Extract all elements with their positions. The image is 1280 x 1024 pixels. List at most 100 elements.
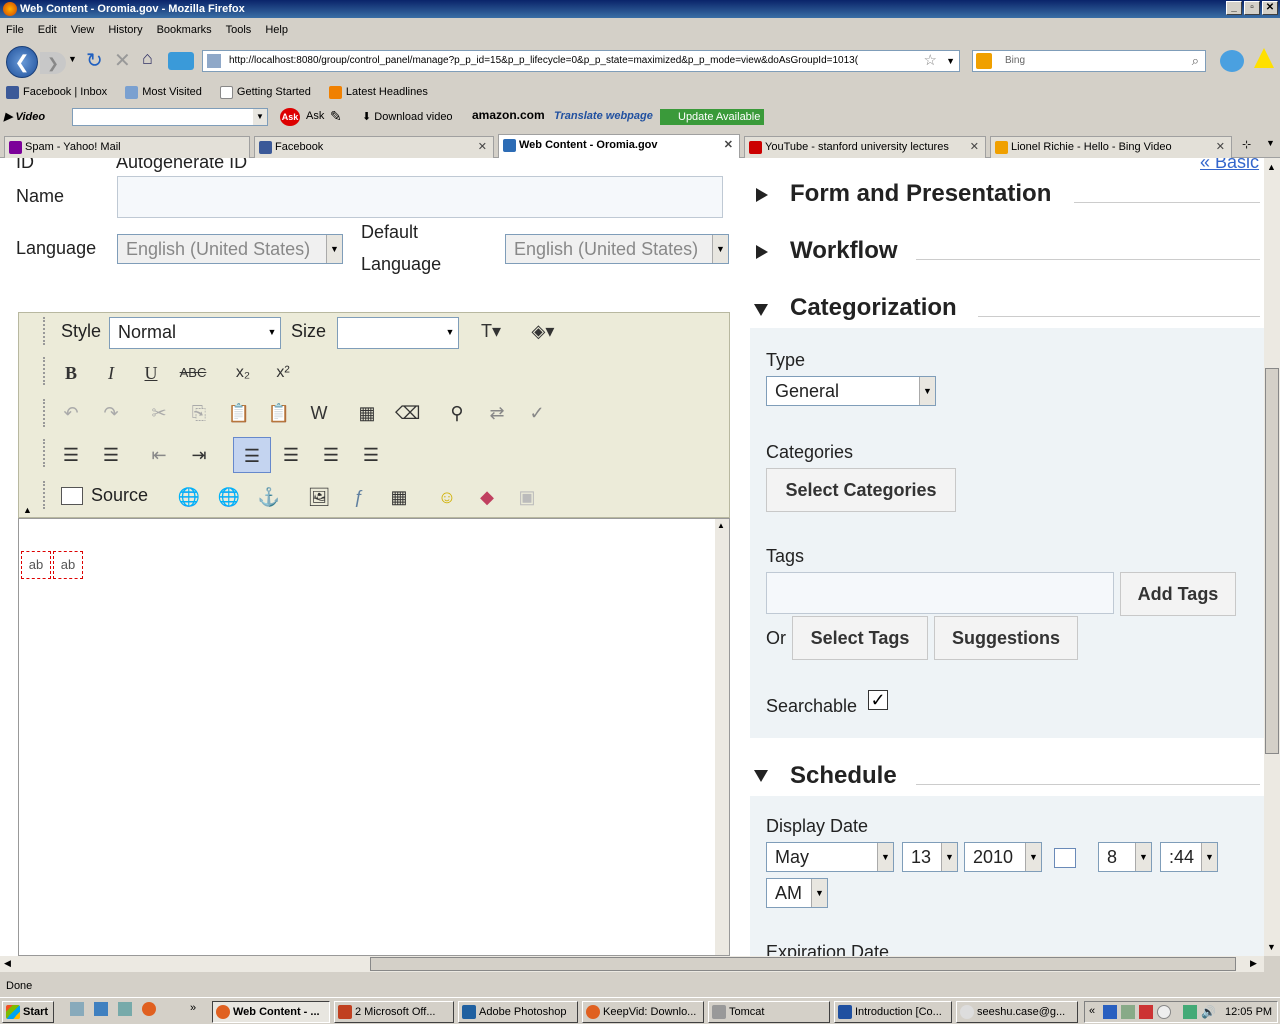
searchable-checkbox[interactable]: ✓ <box>868 690 888 710</box>
collapse-arrow-icon[interactable] <box>754 770 768 782</box>
bookmark-latest-headlines[interactable]: Latest Headlines <box>328 82 428 102</box>
align-justify-icon[interactable]: ☰ <box>359 443 383 467</box>
tab-close-icon[interactable]: ✕ <box>1216 137 1225 157</box>
task-keepvid[interactable]: KeepVid: Downlo... <box>582 1001 704 1023</box>
download-video-button[interactable]: ⬇ Download video <box>362 110 453 123</box>
warning-icon[interactable] <box>1254 48 1274 68</box>
image-icon[interactable]: 🖼 <box>307 485 331 509</box>
editor-scrollbar[interactable]: ▲ <box>715 519 729 955</box>
tray-network-icon[interactable] <box>1121 1005 1135 1019</box>
collapse-arrow-icon[interactable] <box>754 304 768 316</box>
scroll-up-icon[interactable]: ▲ <box>1267 162 1276 172</box>
bing-icon[interactable] <box>976 53 992 69</box>
form-field-placeholder[interactable]: ab <box>53 551 83 579</box>
source-icon[interactable] <box>61 487 83 505</box>
back-button[interactable]: ❮ <box>6 46 38 78</box>
menu-help[interactable]: Help <box>265 20 288 40</box>
expand-arrow-icon[interactable] <box>756 188 768 202</box>
tab-yahoo-mail[interactable]: Spam - Yahoo! Mail <box>4 136 250 158</box>
page-vertical-scrollbar[interactable]: ▲ ▼ <box>1264 158 1280 956</box>
maximize-button[interactable]: ▫ <box>1244 1 1260 15</box>
menu-view[interactable]: View <box>71 20 95 40</box>
align-left-icon[interactable]: ☰ <box>233 437 271 473</box>
type-select[interactable]: General ▼ <box>766 376 936 406</box>
redo-icon[interactable]: ↷ <box>99 401 123 425</box>
tray-chat-icon[interactable] <box>1157 1005 1171 1019</box>
suggestions-button[interactable]: Suggestions <box>934 616 1078 660</box>
collapse-toolbar-icon[interactable]: ▲ <box>23 505 32 515</box>
menu-tools[interactable]: Tools <box>226 20 252 40</box>
search-icon[interactable]: ⌕ <box>1192 51 1199 71</box>
menu-file[interactable]: File <box>6 20 24 40</box>
task-photoshop[interactable]: Adobe Photoshop <box>458 1001 578 1023</box>
paste-icon[interactable]: 📋 <box>227 401 251 425</box>
paste-word-icon[interactable]: W <box>307 401 331 425</box>
strikethrough-icon[interactable]: ABC <box>177 361 209 385</box>
form-field-placeholder[interactable]: ab <box>21 551 51 579</box>
replace-icon[interactable]: ⇄ <box>485 401 509 425</box>
task-tomcat[interactable]: Tomcat <box>708 1001 830 1023</box>
tray-expand-icon[interactable]: « <box>1089 1005 1095 1017</box>
tab-close-icon[interactable]: ✕ <box>478 137 487 157</box>
add-tags-button[interactable]: Add Tags <box>1120 572 1236 616</box>
display-ampm-select[interactable]: AM ▼ <box>766 878 828 908</box>
stop-icon[interactable]: ✕ <box>114 48 131 73</box>
spellcheck-icon[interactable]: ✓ <box>525 401 549 425</box>
video-toolbar-label[interactable]: ▶ Video <box>4 110 45 123</box>
default-language-select[interactable]: English (United States) ▼ <box>505 234 729 264</box>
source-button[interactable]: Source <box>91 485 148 506</box>
skype-icon[interactable] <box>1220 50 1244 72</box>
tray-shield-icon[interactable] <box>1103 1005 1117 1019</box>
ordered-list-icon[interactable]: ☰ <box>59 443 83 467</box>
task-web-content[interactable]: Web Content - ... <box>212 1001 330 1023</box>
amazon-button[interactable]: amazon.com <box>472 108 545 122</box>
more-icon[interactable]: » <box>190 1002 196 1014</box>
task-chat[interactable]: seeshu.case@g... <box>956 1001 1078 1023</box>
bold-icon[interactable]: B <box>59 361 83 385</box>
ask-icon[interactable]: Ask <box>280 108 300 126</box>
style-select[interactable]: Normal ▼ <box>109 317 281 349</box>
paste-text-icon[interactable]: 📋 <box>267 401 291 425</box>
tray-connection-icon[interactable] <box>1183 1005 1197 1019</box>
section-workflow[interactable]: Workflow <box>790 237 898 265</box>
menu-edit[interactable]: Edit <box>38 20 57 40</box>
minimize-button[interactable]: _ <box>1226 1 1242 15</box>
update-available-button[interactable]: Update Available <box>660 109 765 125</box>
scroll-left-icon[interactable]: ◀ <box>4 958 11 969</box>
undo-icon[interactable]: ↶ <box>59 401 83 425</box>
bookmark-most-visited[interactable]: Most Visited <box>125 82 202 102</box>
pencil-icon[interactable]: ✎ <box>330 108 342 125</box>
cut-icon[interactable]: ✂ <box>147 401 171 425</box>
text-color-icon[interactable]: T▾ <box>473 319 509 343</box>
tab-close-icon[interactable]: ✕ <box>970 137 979 157</box>
quicklaunch-icon[interactable] <box>118 1002 132 1016</box>
forward-button[interactable]: ❯ <box>40 52 66 74</box>
calendar-icon[interactable] <box>1054 848 1076 868</box>
background-color-icon[interactable]: ◈▾ <box>525 319 561 343</box>
scroll-right-icon[interactable]: ▶ <box>1250 958 1257 969</box>
underline-icon[interactable]: U <box>139 361 163 385</box>
link-icon[interactable]: 🌐 <box>177 485 201 509</box>
tab-menu-icon[interactable]: ▼ <box>1266 138 1275 148</box>
tags-input[interactable] <box>766 572 1114 614</box>
menu-bookmarks[interactable]: Bookmarks <box>157 20 212 40</box>
copy-icon[interactable]: ⎘ <box>187 401 211 425</box>
subscript-icon[interactable]: x₂ <box>231 361 255 385</box>
close-button[interactable]: ✕ <box>1262 1 1278 15</box>
video-search-input[interactable]: ▼ <box>72 108 268 126</box>
language-select[interactable]: English (United States) ▼ <box>117 234 343 264</box>
search-input[interactable]: Bing ⌕ <box>972 50 1206 72</box>
remove-format-icon[interactable]: ⌫ <box>395 401 420 425</box>
task-microsoft-office[interactable]: 2 Microsoft Off... <box>334 1001 454 1023</box>
special-char-icon[interactable]: ◆ <box>475 485 499 509</box>
outdent-icon[interactable]: ⇤ <box>147 443 171 467</box>
section-categorization[interactable]: Categorization <box>790 294 957 322</box>
scroll-up-icon[interactable]: ▲ <box>717 521 725 530</box>
volume-icon[interactable]: 🔊 <box>1201 1005 1216 1019</box>
bookmark-getting-started[interactable]: Getting Started <box>219 82 311 102</box>
quicklaunch-icon[interactable] <box>70 1002 84 1016</box>
home-icon[interactable]: ⌂ <box>142 48 153 69</box>
display-hour-select[interactable]: 8 ▼ <box>1098 842 1152 872</box>
tab-youtube[interactable]: YouTube - stanford university lectures ✕ <box>744 136 986 158</box>
superscript-icon[interactable]: x² <box>271 361 295 385</box>
